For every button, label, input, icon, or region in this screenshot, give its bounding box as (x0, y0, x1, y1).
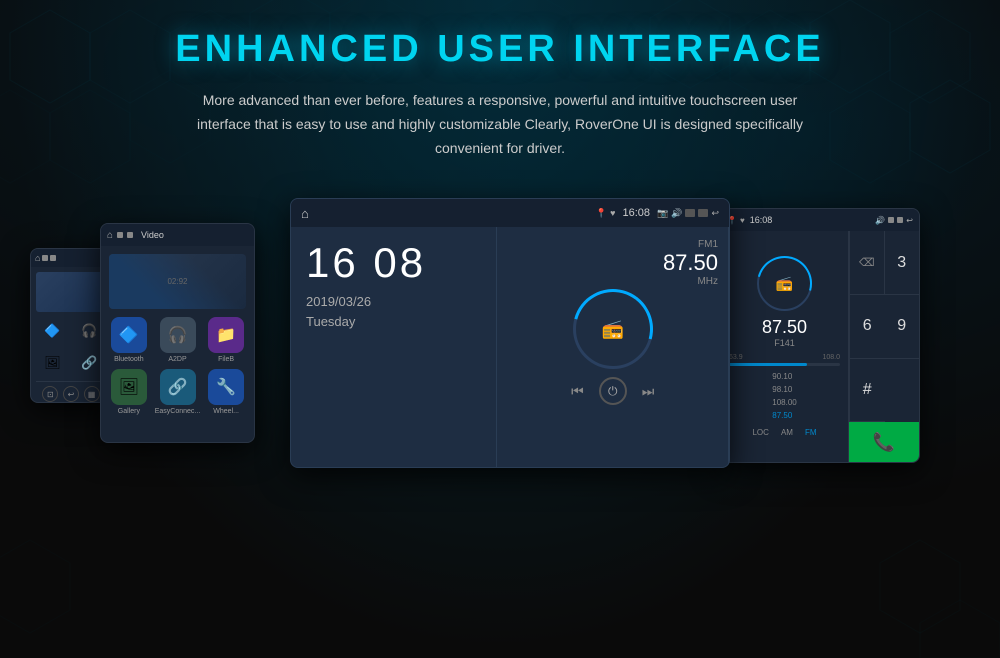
band-labels: LOC AM FM (752, 428, 816, 437)
ctrl-back[interactable]: ↩ (63, 386, 79, 402)
gallery-icon-btn[interactable]: 🖼 (111, 369, 147, 405)
screens-showcase: ⌂ 🔷 🎧 🖼 🔗 ⊡ ↩ ▦ (20, 188, 980, 508)
wheel-label: Wheel... (213, 408, 239, 415)
center-status-icons: 📍 ♥ 16:08 📷 🔊 ↩ (596, 207, 719, 219)
right-radio-section: 📻 87.50 F141 63.9 108.0 90.1 (721, 231, 849, 462)
page-subtitle: More advanced than ever before, features… (180, 89, 820, 160)
key-9[interactable]: 9 (885, 295, 920, 359)
right-header: 📍 ♥ 16:08 🔊 ↩ (721, 209, 919, 231)
freq-item-1: 90.10 (772, 371, 796, 384)
easyconnect-icon-btn[interactable]: 🔗 (160, 369, 196, 405)
page-title: ENHANCED USER INTERFACE (175, 28, 824, 71)
fileb-icon-btn[interactable]: 📁 (208, 317, 244, 353)
right-keypad: ⌫ 3 6 9 # 📞 (849, 231, 919, 462)
ctrl-home[interactable]: ⊡ (42, 386, 58, 402)
date-line1: 2019/03/26 (306, 292, 481, 312)
radio-controls: ⏮ ⏻ ⏭ (571, 377, 654, 405)
center-body: 16 08 2019/03/26 Tuesday FM1 87.50 MHz 📻 (291, 227, 729, 467)
bluetooth-label: Bluetooth (114, 356, 144, 363)
small-app-grid: 🔷 🎧 🖼 🔗 (36, 317, 106, 377)
small-video-banner (36, 272, 106, 312)
key-backspace[interactable]: ⌫ (850, 231, 885, 295)
right-status-icons: 📍 ♥ 16:08 (727, 215, 772, 225)
keypad-numbers: ⌫ 3 6 9 # (849, 231, 919, 422)
easyconnect-label: EasyConnec... (155, 408, 201, 415)
small-radio-arc (747, 246, 822, 321)
gallery-label: Gallery (118, 408, 140, 415)
screen-right: 📍 ♥ 16:08 🔊 ↩ 📻 87 (720, 208, 920, 463)
freq-start: 63.9 (729, 354, 743, 361)
app-wheel[interactable]: 🔧 Wheel... (206, 369, 246, 415)
left-body: 02:92 🔷 Bluetooth 🎧 A2DP 📁 FileB (101, 246, 254, 423)
freq-item-3: 108.00 (772, 397, 796, 410)
small-radio-dial: 📻 (757, 256, 812, 311)
freq-item-active: 87.50 (772, 410, 796, 423)
ctrl-menu[interactable]: ▦ (84, 386, 100, 402)
app-bluetooth[interactable]: 🔷 Bluetooth (109, 317, 149, 363)
fm-info: FM1 87.50 MHz (663, 239, 718, 287)
main-content: ENHANCED USER INTERFACE More advanced th… (0, 0, 1000, 508)
right-freq-display: 87.50 (762, 317, 807, 338)
fm-freq-display: 87.50 (663, 250, 718, 276)
radio-dial: 📻 (573, 289, 653, 369)
left-header: ⌂ Video (101, 224, 254, 246)
bluetooth-icon-btn[interactable]: 🔷 (111, 317, 147, 353)
far-left-body: 🔷 🎧 🖼 🔗 ⊡ ↩ ▦ (31, 267, 111, 403)
key-hash[interactable]: # (850, 359, 885, 423)
freq-range-row: 63.9 108.0 (729, 354, 840, 361)
far-left-bottom-controls: ⊡ ↩ ▦ (36, 381, 106, 403)
radio-arc (558, 275, 667, 384)
app-gallery[interactable]: 🖼 Gallery (109, 369, 149, 415)
wheel-icon-btn[interactable]: 🔧 (208, 369, 244, 405)
video-banner: 02:92 (109, 254, 246, 309)
small-app-btn-3[interactable]: 🖼 (36, 349, 69, 377)
freq-item-2: 98.10 (772, 384, 796, 397)
right-freq-sub: F141 (774, 338, 795, 348)
fileb-label: FileB (218, 356, 234, 363)
screen-left: ⌂ Video 02:92 🔷 Bluetooth 🎧 A2DP (100, 223, 255, 443)
screen-center: ⌂ 📍 ♥ 16:08 📷 🔊 ↩ 16 08 2019/03/26 (290, 198, 730, 468)
left-screen-title: Video (141, 230, 164, 240)
call-button[interactable]: 📞 (849, 422, 919, 462)
fm-unit: MHz (663, 276, 718, 287)
fm-label: FM1 (663, 239, 718, 250)
prev-track-icon[interactable]: ⏮ (571, 383, 584, 400)
time-section: 16 08 2019/03/26 Tuesday (291, 227, 497, 467)
time-display: 16 08 (306, 242, 481, 284)
right-status-right: 🔊 ↩ (875, 216, 913, 225)
right-body: 📻 87.50 F141 63.9 108.0 90.1 (721, 231, 919, 462)
app-grid: 📍 Navigation 📻 Radio 🎵 Music 🎬 Video ⚙️ (291, 467, 729, 468)
a2dp-label: A2DP (168, 356, 186, 363)
app-easyconnect[interactable]: 🔗 EasyConnec... (155, 369, 201, 415)
freq-end: 108.0 (822, 354, 840, 361)
left-app-grid: 🔷 Bluetooth 🎧 A2DP 📁 FileB 🖼 Gallery (109, 317, 246, 415)
key-6[interactable]: 6 (850, 295, 885, 359)
far-left-header: ⌂ (31, 249, 111, 267)
key-3[interactable]: 3 (885, 231, 920, 295)
radio-section: FM1 87.50 MHz 📻 ⏮ ⏻ ⏭ (497, 227, 729, 467)
freq-list: 90.10 98.10 108.00 87.50 (772, 371, 796, 422)
freq-fill (729, 363, 807, 366)
app-a2dp[interactable]: 🎧 A2DP (155, 317, 201, 363)
small-app-btn-1[interactable]: 🔷 (36, 317, 69, 345)
center-header: ⌂ 📍 ♥ 16:08 📷 🔊 ↩ (291, 199, 729, 227)
freq-track (729, 363, 840, 366)
next-track-icon[interactable]: ⏭ (642, 383, 655, 400)
app-fileb[interactable]: 📁 FileB (206, 317, 246, 363)
a2dp-icon-btn[interactable]: 🎧 (160, 317, 196, 353)
play-pause-button[interactable]: ⏻ (599, 377, 627, 405)
freq-bar: 63.9 108.0 (729, 354, 840, 366)
date-line2: Tuesday (306, 312, 481, 332)
